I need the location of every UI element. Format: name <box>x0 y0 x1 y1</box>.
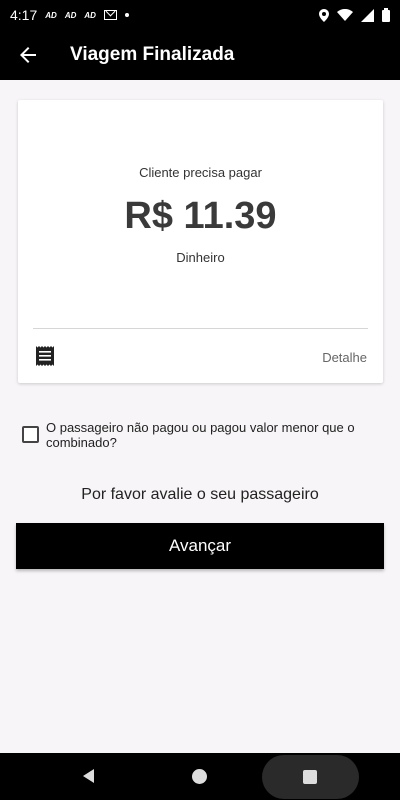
battery-icon <box>382 8 390 22</box>
nav-recents-icon[interactable] <box>303 770 317 784</box>
system-nav-bar <box>0 753 400 800</box>
rate-passenger-prompt: Por favor avalie o seu passageiro <box>81 486 319 503</box>
nav-home-icon[interactable] <box>192 769 207 784</box>
payment-amount: R$ 11.39 <box>124 195 277 237</box>
payment-due-label: Cliente precisa pagar <box>139 165 262 180</box>
detail-link[interactable]: Detalhe <box>322 350 367 365</box>
payment-summary-card: Cliente precisa pagar R$ 11.39 Dinheiro … <box>18 100 383 383</box>
more-notifications-dot-icon <box>124 13 129 17</box>
location-icon <box>319 8 329 22</box>
status-time: 4:17 <box>10 7 38 23</box>
unpaid-checkbox-label[interactable]: O passageiro não pagou ou pagou valor me… <box>46 420 382 450</box>
notification-icon: AD <box>64 10 77 20</box>
unpaid-checkbox[interactable] <box>22 426 39 443</box>
status-bar: 4:17 AD AD AD <box>0 0 400 30</box>
wifi-icon <box>337 9 353 21</box>
arrow-left-icon <box>20 47 36 63</box>
gmail-icon <box>103 10 117 20</box>
signal-icon <box>361 8 374 22</box>
back-button[interactable] <box>0 30 56 80</box>
receipt-icon[interactable] <box>36 346 54 366</box>
app-bar: Viagem Finalizada <box>0 30 400 80</box>
notification-icon: AD <box>45 10 57 20</box>
advance-button[interactable]: Avançar <box>16 523 384 569</box>
notification-icon: AD <box>84 10 96 20</box>
divider <box>33 328 368 329</box>
nav-back-icon[interactable] <box>80 767 98 785</box>
page-title: Viagem Finalizada <box>70 44 235 65</box>
unpaid-checkbox-row[interactable]: O passageiro não pagou ou pagou valor me… <box>22 420 382 450</box>
payment-method: Dinheiro <box>176 250 225 265</box>
